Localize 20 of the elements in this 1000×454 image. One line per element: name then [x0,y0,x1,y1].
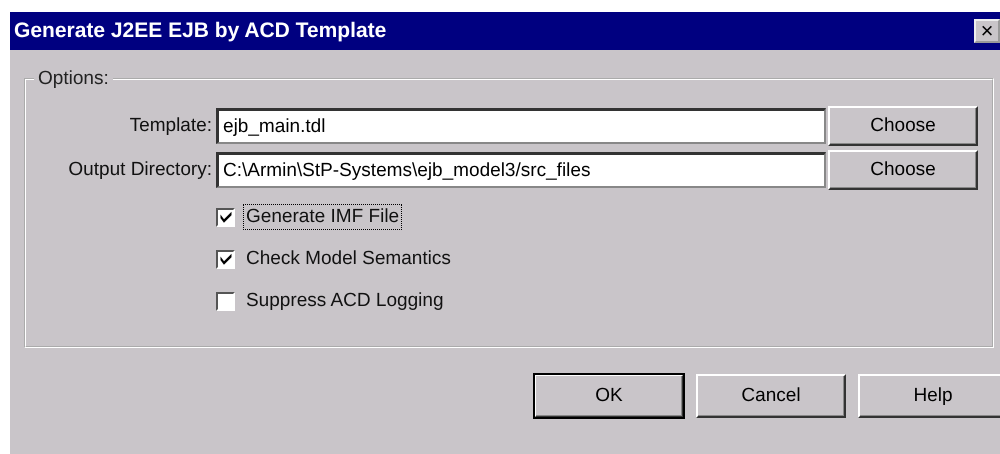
dialog-button[interactable]: OK [534,374,684,418]
choose-button[interactable]: Choose [828,150,978,190]
checkbox[interactable] [216,292,235,310]
group-label: Options: [37,68,110,90]
window-title: Generate J2EE EJB by ACD Template [14,19,386,43]
checkbox-label[interactable]: Suppress ACD Logging [243,288,447,314]
field-label: Output Directory: [67,159,213,181]
field-label: Template: [128,115,213,137]
dialog-button[interactable]: Cancel [696,374,846,418]
input-field[interactable]: ejb_main.tdl [216,108,826,144]
input-field[interactable]: C:\Armin\StP-Systems\ejb_model3/src_files [216,152,826,188]
dialog-button[interactable]: Help [858,374,1000,418]
checkbox-label[interactable]: Generate IMF File [243,204,402,230]
checkbox[interactable] [216,250,235,268]
close-button[interactable]: × [974,19,1000,43]
checkbox-label[interactable]: Check Model Semantics [243,246,454,272]
choose-button[interactable]: Choose [828,106,978,146]
checkbox[interactable] [216,208,235,226]
check-icon [218,210,232,224]
check-icon [218,252,232,266]
